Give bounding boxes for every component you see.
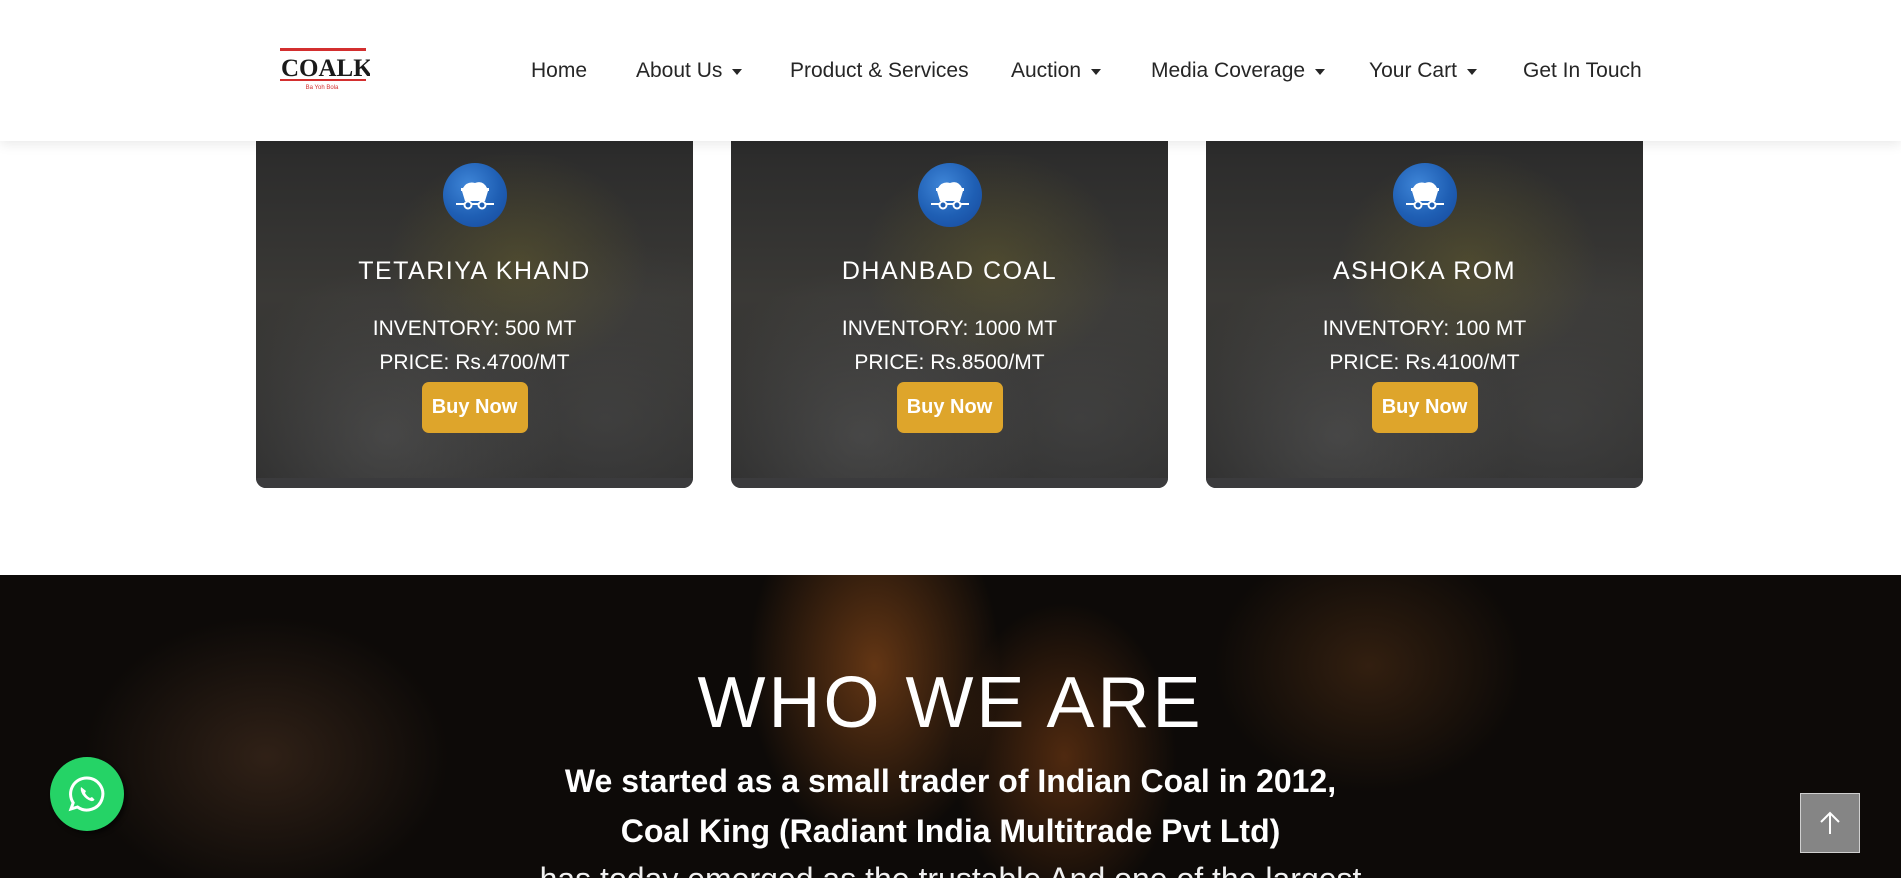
who-text-line: has today emerged as the trustable And o… bbox=[0, 863, 1901, 878]
who-text-line: We started as a small trader of Indian C… bbox=[564, 763, 1337, 799]
nav-your-cart[interactable]: Your Cart bbox=[1369, 56, 1477, 86]
product-price: PRICE: Rs.8500/MT bbox=[854, 351, 1045, 374]
product-card: DHANBAD COAL INVENTORY: 1000 MT PRICE: R… bbox=[731, 141, 1168, 488]
coal-cart-icon bbox=[1392, 163, 1457, 227]
nav-media-coverage[interactable]: Media Coverage bbox=[1151, 56, 1326, 86]
site-header: COALKING Ba Yoh Bola Home About Us Produ… bbox=[0, 0, 1901, 141]
product-price: PRICE: Rs.4700/MT bbox=[379, 351, 570, 374]
product-card: TETARIYA KHAND INVENTORY: 500 MT PRICE: … bbox=[256, 141, 693, 488]
who-we-are-section: WHO WE ARE We started as a small trader … bbox=[0, 575, 1901, 878]
caret-down-icon bbox=[1091, 69, 1102, 75]
scroll-to-top-button[interactable] bbox=[1800, 793, 1860, 853]
buy-now-button[interactable]: Buy Now bbox=[896, 382, 1003, 433]
product-inventory: INVENTORY: 500 MT bbox=[372, 317, 577, 340]
nav-about-us[interactable]: About Us bbox=[636, 56, 743, 86]
buy-now-button[interactable]: Buy Now bbox=[1371, 382, 1478, 433]
nav-home[interactable]: Home bbox=[531, 56, 587, 86]
caret-down-icon bbox=[1315, 69, 1326, 75]
nav-get-in-touch[interactable]: Get In Touch bbox=[1523, 56, 1642, 86]
nav-about-us-label: About Us bbox=[636, 59, 723, 82]
nav-home-label: Home bbox=[531, 59, 588, 82]
product-cards: TETARIYA KHAND INVENTORY: 500 MT PRICE: … bbox=[0, 141, 1901, 488]
nav-media-coverage-label: Media Coverage bbox=[1151, 59, 1306, 82]
product-name: ASHOKA ROM bbox=[1332, 257, 1517, 285]
caret-down-icon bbox=[1466, 69, 1477, 75]
whatsapp-icon bbox=[68, 776, 105, 812]
whatsapp-button[interactable] bbox=[50, 757, 124, 831]
nav-products-services[interactable]: Product & Services bbox=[790, 56, 969, 86]
who-text-line: Coal King (Radiant India Multitrade Pvt … bbox=[620, 813, 1281, 849]
nav-auction-label: Auction bbox=[1011, 59, 1082, 82]
coal-cart-icon bbox=[442, 163, 507, 227]
coal-cart-icon bbox=[917, 163, 982, 227]
product-name: DHANBAD COAL bbox=[841, 257, 1058, 285]
main-nav: Home About Us Product & Services Auction… bbox=[0, 56, 1901, 86]
product-name: TETARIYA KHAND bbox=[358, 257, 591, 285]
product-inventory: INVENTORY: 100 MT bbox=[1322, 317, 1527, 340]
nav-auction[interactable]: Auction bbox=[1011, 56, 1102, 86]
nav-products-services-label: Product & Services bbox=[790, 59, 969, 82]
caret-down-icon bbox=[732, 69, 743, 75]
arrow-up-icon bbox=[1820, 811, 1840, 834]
nav-your-cart-label: Your Cart bbox=[1369, 59, 1457, 82]
nav-get-in-touch-label: Get In Touch bbox=[1523, 59, 1642, 82]
product-card: ASHOKA ROM INVENTORY: 100 MT PRICE: Rs.4… bbox=[1206, 141, 1643, 488]
buy-now-button[interactable]: Buy Now bbox=[421, 382, 528, 433]
product-inventory: INVENTORY: 1000 MT bbox=[841, 317, 1058, 340]
section-heading: WHO WE ARE bbox=[697, 663, 1204, 743]
product-price: PRICE: Rs.4100/MT bbox=[1329, 351, 1520, 374]
